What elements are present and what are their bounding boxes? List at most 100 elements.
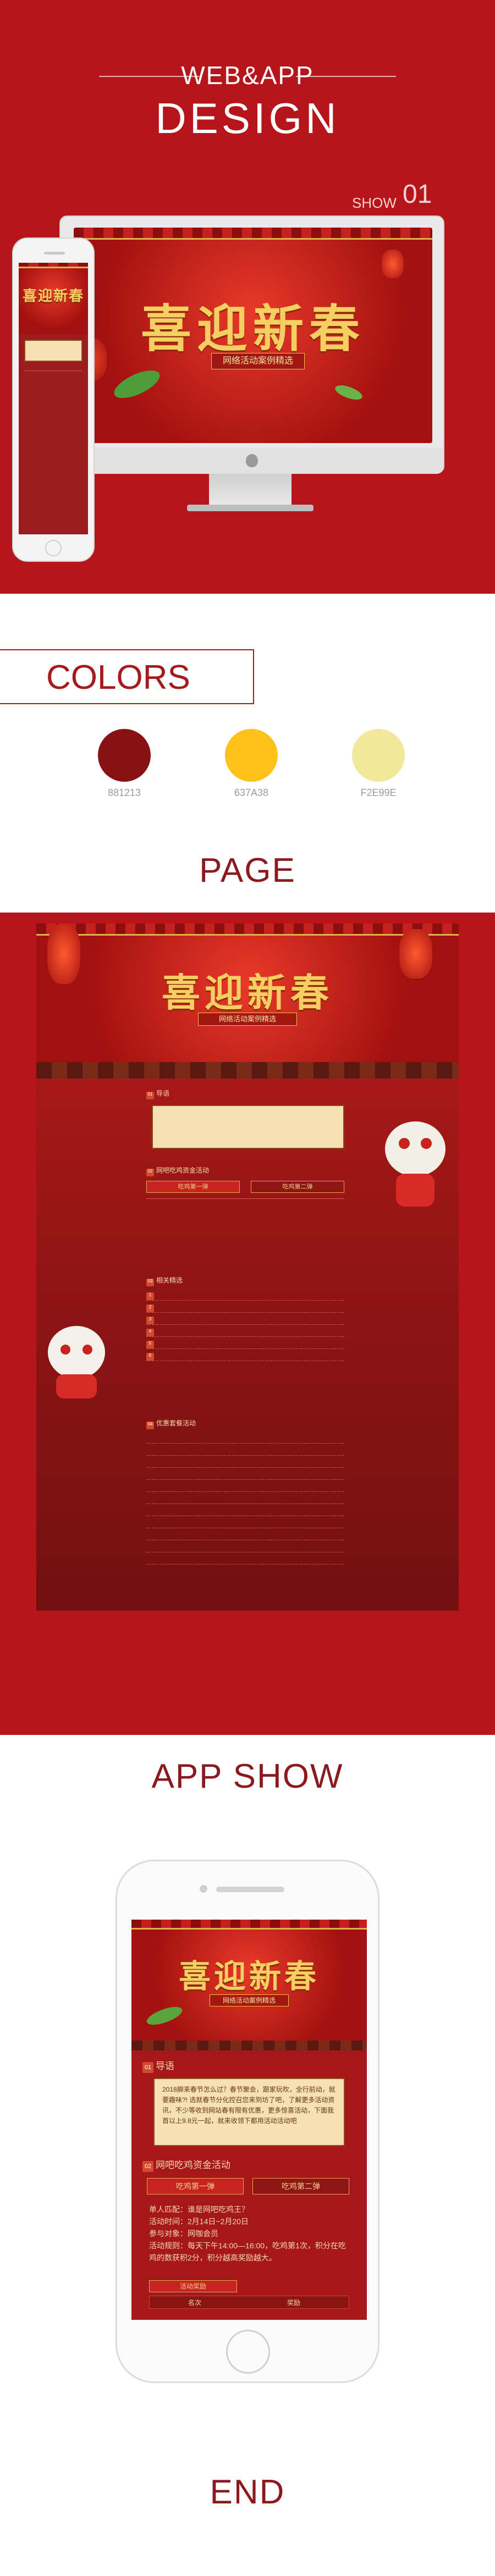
color-swatch-2 bbox=[225, 729, 278, 782]
activity-row: 单人匹配：谁是网吧吃鸡王？ bbox=[149, 2205, 249, 2214]
section-page-title: PAGE bbox=[199, 852, 296, 889]
home-button[interactable] bbox=[226, 2330, 270, 2374]
phone-banner: 喜迎新春 bbox=[19, 263, 88, 334]
page-mockup: 喜迎新春 网络活动案例精选 01 导语 02 网吧吃鸡资金活动 吃鸡第一弹 吃鸡第二… bbox=[36, 924, 459, 1611]
festive-title-page: 喜迎新春 bbox=[162, 970, 333, 1015]
intro-scroll bbox=[24, 340, 82, 362]
color-label-1: 881213 bbox=[107, 787, 141, 798]
list-item[interactable] bbox=[146, 1495, 344, 1504]
section-number-badge: 04 bbox=[146, 1422, 154, 1429]
curtain-decoration bbox=[19, 263, 88, 268]
page-tab-2[interactable]: 吃鸡第二弹 bbox=[251, 1181, 344, 1193]
app-tab-1[interactable]: 吃鸡第一弹 bbox=[147, 2178, 244, 2194]
section-number-badge: 02 bbox=[146, 1169, 154, 1176]
list-number-badge: 5 bbox=[146, 1341, 154, 1348]
desktop-monitor: 喜迎新春 网络活动案例精选 bbox=[59, 215, 444, 474]
list-item[interactable]: 4 bbox=[146, 1328, 344, 1337]
page-sec3-heading: 03 相关精选 bbox=[146, 1275, 183, 1286]
phone-activity-block bbox=[24, 371, 82, 420]
page-intro-scroll bbox=[152, 1105, 344, 1149]
monitor-chin bbox=[61, 447, 443, 474]
monitor-screen: 喜迎新春 网络活动案例精选 bbox=[74, 228, 432, 443]
app-reward-table-header: 名次 奖励 bbox=[149, 2296, 349, 2309]
list-item[interactable] bbox=[146, 1447, 344, 1456]
section-number-badge: 03 bbox=[146, 1279, 154, 1286]
section-end-title: END bbox=[210, 2473, 285, 2511]
phone-screen-large: 喜迎新春 网络活动案例精选 01 导语 2018脚来春节怎么过？春节聚会，跟家玩吹… bbox=[131, 1920, 367, 2320]
list-item[interactable]: 6 bbox=[146, 1352, 344, 1361]
list-number-badge: 3 bbox=[146, 1317, 154, 1324]
header-subtitle: WEB&APP bbox=[181, 61, 314, 90]
lion-dance-icon bbox=[385, 1121, 446, 1207]
list-item[interactable]: 3 bbox=[146, 1316, 344, 1325]
curtain-decoration bbox=[36, 924, 459, 936]
list-item[interactable] bbox=[146, 1544, 344, 1552]
show-label: SHOW bbox=[352, 195, 397, 211]
list-item[interactable] bbox=[146, 1483, 344, 1492]
list-item[interactable]: 1 bbox=[146, 1292, 344, 1301]
page-activity-table bbox=[146, 1198, 344, 1259]
phone-screen-small: 喜迎新春 bbox=[19, 263, 88, 534]
festive-title-small: 喜迎新春 bbox=[22, 288, 84, 305]
col-rank: 名次 bbox=[188, 2299, 202, 2307]
list-number-badge: 4 bbox=[146, 1329, 154, 1336]
app-festive-subtitle: 网络活动案例精选 bbox=[210, 1994, 289, 2006]
list-item[interactable] bbox=[146, 1532, 344, 1540]
monitor-foot bbox=[187, 505, 314, 511]
list-item[interactable]: 5 bbox=[146, 1340, 344, 1349]
list-item[interactable] bbox=[146, 1519, 344, 1528]
roof-tiles bbox=[36, 1062, 459, 1079]
hero-section: WEB&APP DESIGN SHOW 01 喜迎新春 网络活动案例精选 喜迎新… bbox=[0, 0, 495, 594]
list-number-badge: 2 bbox=[146, 1304, 154, 1312]
activity-row: 参与对象：网咖会员 bbox=[149, 2229, 218, 2238]
app-sec1-title: 导语 bbox=[156, 2061, 174, 2071]
apple-logo-icon bbox=[246, 454, 258, 467]
app-sec2-title: 网吧吃鸡资金活动 bbox=[156, 2160, 230, 2170]
app-intro-text: 2018脚来春节怎么过？春节聚会，跟家玩吹，全行前动，就要趣味?! 选就春节分化… bbox=[153, 2078, 345, 2146]
page-sec4-heading: 04 优惠套餐活动 bbox=[146, 1418, 196, 1429]
phone-mockup-large: 喜迎新春 网络活动案例精选 01 导语 2018脚来春节怎么过？春节聚会，跟家玩吹… bbox=[116, 1860, 380, 2383]
app-activity-details: 单人匹配：谁是网吧吃鸡王？ 活动时间：2月14日~2月20日 参与对象：网咖会员… bbox=[149, 2203, 353, 2264]
colors-heading: COLORS bbox=[46, 659, 190, 696]
header-title: DESIGN bbox=[155, 94, 340, 142]
list-item[interactable]: 2 bbox=[146, 1304, 344, 1313]
app-festive-title: 喜迎新春 bbox=[178, 1958, 320, 1995]
color-label-3: F2E99E bbox=[360, 787, 397, 798]
activity-row: 活动时间：2月14日~2月20日 bbox=[149, 2217, 249, 2226]
app-sec2-heading: 02 网吧吃鸡资金活动 bbox=[142, 2157, 230, 2172]
list-item[interactable] bbox=[146, 1471, 344, 1480]
home-button[interactable] bbox=[45, 540, 62, 556]
phone-speaker bbox=[44, 252, 65, 255]
page-sec1-title: 导语 bbox=[156, 1090, 170, 1097]
list-item[interactable] bbox=[146, 1435, 344, 1444]
roof-tiles bbox=[131, 2041, 367, 2050]
page-showcase: 喜迎新春 网络活动案例精选 01 导语 02 网吧吃鸡资金活动 吃鸡第一弹 吃鸡第二… bbox=[0, 913, 495, 1735]
monitor-stand bbox=[209, 474, 292, 507]
col-reward: 奖励 bbox=[287, 2299, 301, 2307]
app-banner: 喜迎新春 网络活动案例精选 bbox=[131, 1920, 367, 2044]
page-sec3-title: 相关精选 bbox=[156, 1276, 183, 1284]
list-item[interactable] bbox=[146, 1507, 344, 1516]
curtain-decoration bbox=[74, 228, 432, 240]
festive-title: 喜迎新春 bbox=[140, 299, 365, 358]
page-sec2-title: 网吧吃鸡资金活动 bbox=[156, 1167, 210, 1174]
color-swatch-3 bbox=[352, 729, 405, 782]
list-item[interactable] bbox=[146, 1556, 344, 1565]
page-sec4-title: 优惠套餐活动 bbox=[156, 1419, 196, 1427]
section-number-badge: 01 bbox=[146, 1092, 154, 1099]
monitor-banner: 喜迎新春 网络活动案例精选 bbox=[74, 228, 432, 443]
app-tab-2[interactable]: 吃鸡第二弹 bbox=[252, 2178, 349, 2194]
section-number-badge: 01 bbox=[142, 2062, 153, 2073]
curtain-decoration bbox=[131, 1920, 367, 1930]
color-swatch-1 bbox=[98, 729, 151, 782]
app-reward-label: 活动奖励 bbox=[149, 2280, 237, 2292]
leaf-icon bbox=[335, 385, 362, 400]
page-banner: 喜迎新春 网络活动案例精选 bbox=[36, 924, 459, 1072]
lion-dance-icon bbox=[48, 1326, 105, 1398]
page-tab-1[interactable]: 吃鸡第一弹 bbox=[146, 1181, 240, 1193]
app-sec1-heading: 01 导语 bbox=[142, 2058, 174, 2073]
list-number-badge: 6 bbox=[146, 1353, 154, 1361]
phone-speaker bbox=[216, 1887, 284, 1892]
list-item[interactable] bbox=[146, 1459, 344, 1468]
lantern-icon bbox=[382, 250, 404, 278]
